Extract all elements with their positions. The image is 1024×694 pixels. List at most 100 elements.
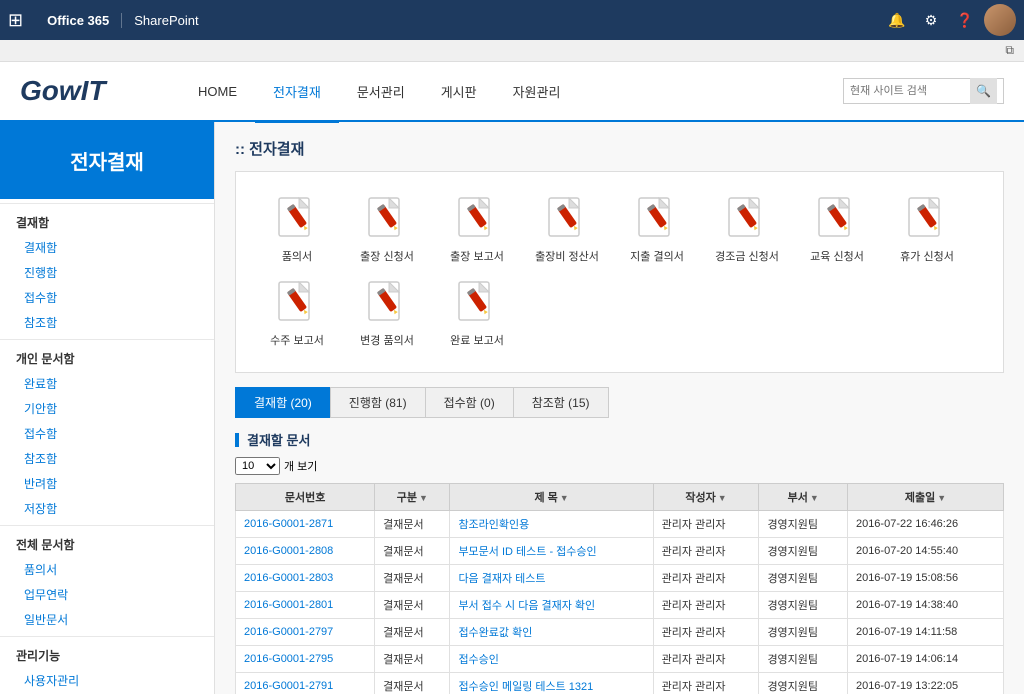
help-icon[interactable]: ❓	[950, 5, 980, 35]
doc-icon-svg	[273, 196, 321, 248]
per-page-unit: 개 보기	[284, 458, 317, 474]
nav-board[interactable]: 게시판	[423, 63, 495, 123]
table-row: 2016-G0001-2803결재문서다음 결재자 테스트관리자 관리자경영지원…	[236, 565, 1004, 592]
table-cell-0[interactable]: 2016-G0001-2808	[236, 538, 375, 565]
table-cell-2[interactable]: 접수승인	[450, 646, 653, 673]
table-cell-5: 2016-07-19 14:06:14	[847, 646, 1003, 673]
doc-icon-label: 완료 보고서	[450, 332, 504, 348]
top-bar: ⊞ Office 365 SharePoint 🔔 ⚙ ❓	[0, 0, 1024, 40]
table-cell-0[interactable]: 2016-G0001-2801	[236, 592, 375, 619]
col-header-1[interactable]: 구분▼	[375, 484, 450, 511]
table-cell-3: 관리자 관리자	[653, 673, 759, 694]
table-cell-2[interactable]: 다음 결재자 테스트	[450, 565, 653, 592]
search-box: 🔍	[843, 78, 1004, 104]
site-logo[interactable]: GowIT	[20, 75, 140, 107]
nav-resources[interactable]: 자원관리	[495, 63, 579, 123]
table-row: 2016-G0001-2797결재문서접수완료값 확인관리자 관리자경영지원팀2…	[236, 619, 1004, 646]
site-nav: HOME 전자결재 문서관리 게시판 자원관리	[180, 61, 843, 121]
doc-icon-svg	[363, 280, 411, 332]
doc-icon-item[interactable]: 출장 보고서	[432, 188, 522, 272]
doc-icon-item[interactable]: 휴가 신청서	[882, 188, 972, 272]
doc-icon-item[interactable]: 수주 보고서	[252, 272, 342, 356]
sidebar-item-draft[interactable]: 기안함	[0, 396, 214, 421]
settings-icon[interactable]: ⚙	[916, 5, 946, 35]
office365-label[interactable]: Office 365	[35, 13, 122, 28]
doc-icon-item[interactable]: 변경 품의서	[342, 272, 432, 356]
table-cell-3: 관리자 관리자	[653, 538, 759, 565]
doc-icon-label: 변경 품의서	[360, 332, 414, 348]
table-cell-2[interactable]: 부모문서 ID 테스트 - 접수승인	[450, 538, 653, 565]
doc-icon-label: 출장비 정산서	[535, 248, 599, 264]
table-cell-3: 관리자 관리자	[653, 619, 759, 646]
doc-icon-svg	[813, 196, 861, 248]
sidebar-item-received[interactable]: 접수함	[0, 285, 214, 310]
col-header-4[interactable]: 부서▼	[759, 484, 848, 511]
avatar[interactable]	[984, 4, 1016, 36]
sidebar-item-progress[interactable]: 진행함	[0, 260, 214, 285]
doc-icon-item[interactable]: 경조금 신청서	[702, 188, 792, 272]
tab-reference[interactable]: 참조함 (15)	[513, 387, 609, 418]
nav-electronic[interactable]: 전자결재	[255, 63, 339, 123]
tab-progress[interactable]: 진행함 (81)	[330, 387, 426, 418]
search-button[interactable]: 🔍	[970, 78, 997, 104]
table-cell-0[interactable]: 2016-G0001-2871	[236, 511, 375, 538]
doc-icon-item[interactable]: 출장 신청서	[342, 188, 432, 272]
per-page-select[interactable]: 102050100	[235, 457, 280, 475]
doc-icon-item[interactable]: 교육 신청서	[792, 188, 882, 272]
table-cell-2[interactable]: 부서 접수 시 다음 결재자 확인	[450, 592, 653, 619]
table-row: 2016-G0001-2808결재문서부모문서 ID 테스트 - 접수승인관리자…	[236, 538, 1004, 565]
notification-icon[interactable]: 🔔	[882, 5, 912, 35]
table-cell-0[interactable]: 2016-G0001-2791	[236, 673, 375, 694]
table-cell-1: 결재문서	[375, 511, 450, 538]
sidebar-item-personal-reference[interactable]: 참조함	[0, 446, 214, 471]
grid-icon[interactable]: ⊞	[8, 10, 23, 31]
table-cell-3: 관리자 관리자	[653, 565, 759, 592]
table-cell-1: 결재문서	[375, 646, 450, 673]
doc-icon-item[interactable]: 지출 결의서	[612, 188, 702, 272]
sharepoint-label[interactable]: SharePoint	[122, 13, 210, 28]
col-header-2[interactable]: 제 목▼	[450, 484, 653, 511]
nav-home[interactable]: HOME	[180, 63, 255, 123]
per-page-selector: 102050100 개 보기	[235, 457, 1004, 475]
window-icon[interactable]: ⧉	[1005, 43, 1014, 58]
table-cell-2[interactable]: 접수완료값 확인	[450, 619, 653, 646]
tab-received[interactable]: 접수함 (0)	[425, 387, 514, 418]
table-cell-0[interactable]: 2016-G0001-2795	[236, 646, 375, 673]
doc-icon-svg	[723, 196, 771, 248]
col-header-0[interactable]: 문서번호	[236, 484, 375, 511]
doc-icon-item[interactable]: 출장비 정산서	[522, 188, 612, 272]
doc-icon-item[interactable]: 완료 보고서	[432, 272, 522, 356]
table-cell-1: 결재문서	[375, 592, 450, 619]
table-section-title: 결재할 문서	[235, 430, 1004, 449]
search-input[interactable]	[850, 85, 970, 97]
col-header-3[interactable]: 작성자▼	[653, 484, 759, 511]
sidebar-item-proposal[interactable]: 품의서	[0, 557, 214, 582]
sidebar-item-saved[interactable]: 저장함	[0, 496, 214, 521]
sidebar-item-approval[interactable]: 결재함	[0, 235, 214, 260]
table-row: 2016-G0001-2801결재문서부서 접수 시 다음 결재자 확인관리자 …	[236, 592, 1004, 619]
sidebar-item-returned[interactable]: 반려함	[0, 471, 214, 496]
table-row: 2016-G0001-2795결재문서접수승인관리자 관리자경영지원팀2016-…	[236, 646, 1004, 673]
sidebar-item-complete[interactable]: 완료함	[0, 371, 214, 396]
table-cell-2[interactable]: 접수승인 메일링 테스트 1321	[450, 673, 653, 694]
top-bar-right: 🔔 ⚙ ❓	[882, 4, 1016, 36]
table-cell-0[interactable]: 2016-G0001-2803	[236, 565, 375, 592]
sidebar-item-personal-received[interactable]: 접수함	[0, 421, 214, 446]
col-header-5[interactable]: 제출일▼	[847, 484, 1003, 511]
sidebar-item-notice[interactable]: 업무연락	[0, 582, 214, 607]
table-cell-2[interactable]: 참조라인확인용	[450, 511, 653, 538]
doc-icon-item[interactable]: 품의서	[252, 188, 342, 272]
sidebar-item-general[interactable]: 일반문서	[0, 607, 214, 632]
sub-nav-bar: ⧉	[0, 40, 1024, 62]
doc-icons-row: 품의서 출장 신청서 출장 보고서	[252, 188, 987, 356]
doc-icon-svg	[633, 196, 681, 248]
tab-pending[interactable]: 결재함 (20)	[235, 387, 331, 418]
nav-docmgmt[interactable]: 문서관리	[339, 63, 423, 123]
sidebar-section-approval: 결재함	[0, 203, 214, 235]
sidebar-item-reference[interactable]: 참조함	[0, 310, 214, 335]
table-cell-0[interactable]: 2016-G0001-2797	[236, 619, 375, 646]
sidebar-item-usermgmt[interactable]: 사용자관리	[0, 668, 214, 693]
doc-icon-label: 수주 보고서	[270, 332, 324, 348]
data-table: 문서번호구분▼제 목▼작성자▼부서▼제출일▼ 2016-G0001-2871결재…	[235, 483, 1004, 694]
site-header: GowIT HOME 전자결재 문서관리 게시판 자원관리 🔍	[0, 62, 1024, 122]
